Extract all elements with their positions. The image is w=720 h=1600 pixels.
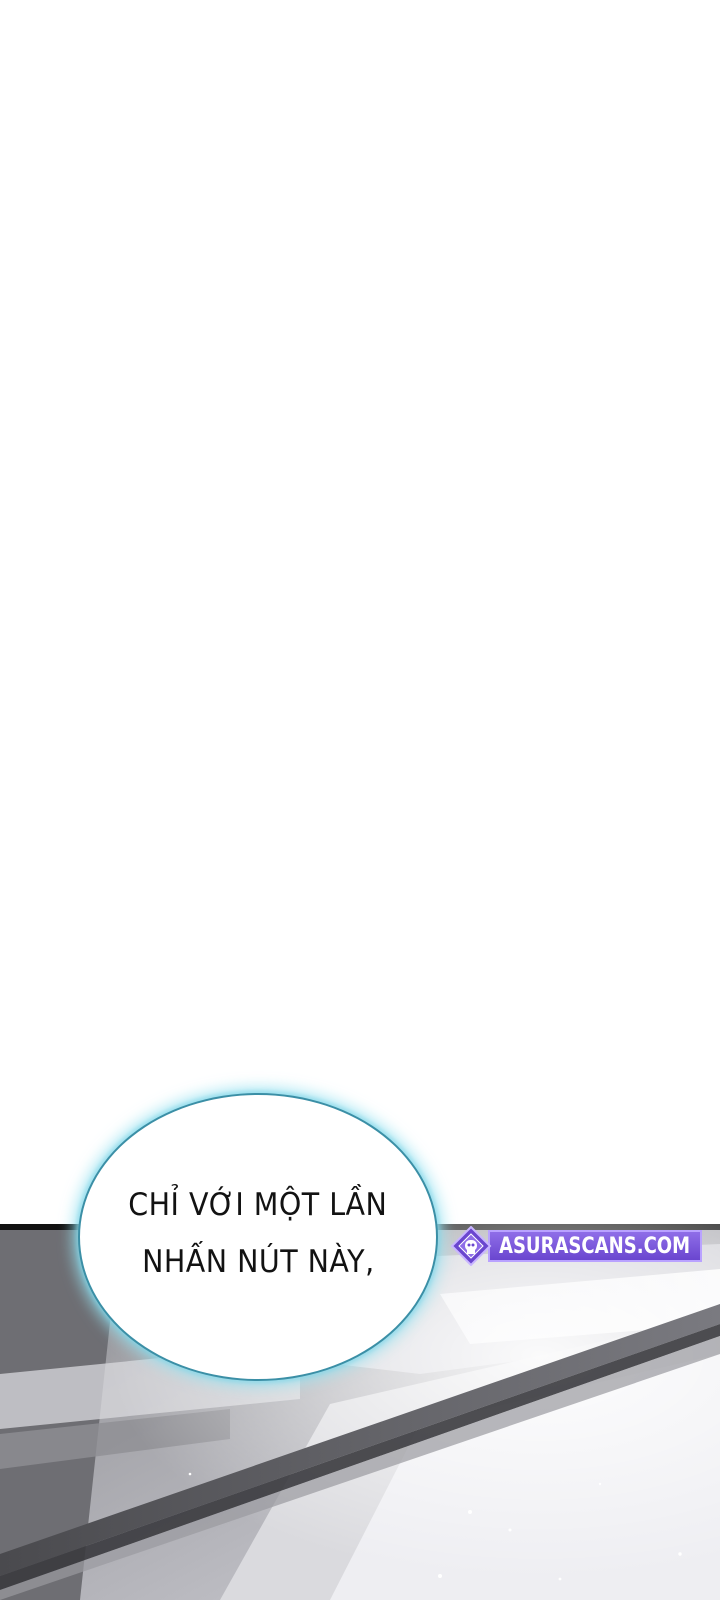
comic-page: CHỈ VỚI MỘT LẦN NHẤN NÚT NÀY, ASURASCANS… — [0, 0, 720, 1600]
speech-line-2: NHẤN NÚT NÀY, — [141, 1244, 375, 1280]
asura-logo-icon — [450, 1225, 492, 1267]
speech-bubble: CHỈ VỚI MỘT LẦN NHẤN NÚT NÀY, — [78, 1093, 438, 1381]
blank-panel-area — [0, 0, 720, 1224]
watermark-text: ASURASCANS.COM — [499, 1233, 691, 1259]
speech-bubble-text: CHỈ VỚI MỘT LẦN NHẤN NÚT NÀY, — [80, 1095, 436, 1379]
watermark-badge: ASURASCANS.COM — [488, 1230, 702, 1262]
speech-line-1: CHỈ VỚI MỘT LẦN — [128, 1187, 388, 1223]
watermark: ASURASCANS.COM — [450, 1225, 710, 1267]
